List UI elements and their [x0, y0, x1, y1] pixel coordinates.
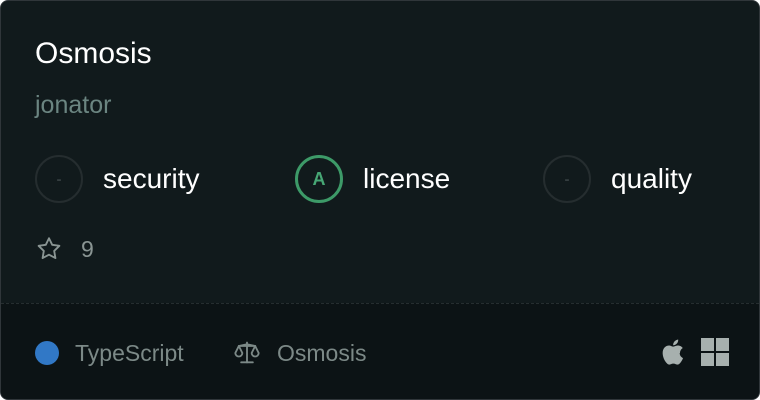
star-count: 9: [35, 233, 94, 265]
score-quality: - quality: [543, 155, 692, 203]
score-security: - security: [35, 155, 199, 203]
license-grade-badge: A: [295, 155, 343, 203]
security-grade-badge: -: [35, 155, 83, 203]
windows-icon: [701, 338, 729, 366]
license-label: license: [363, 163, 451, 194]
language-name: TypeScript: [75, 339, 184, 366]
security-label: security: [103, 163, 200, 194]
license-name: Osmosis: [277, 339, 367, 366]
license-info: Osmosis: [233, 338, 366, 368]
package-owner[interactable]: jonator: [35, 88, 111, 122]
language-info: TypeScript: [35, 338, 184, 368]
quality-grade-badge: -: [543, 155, 591, 203]
language-color-dot: [35, 341, 59, 365]
scale-icon: [233, 339, 261, 367]
quality-label: quality: [611, 163, 692, 194]
stars-count-value: 9: [81, 235, 94, 262]
star-outline-icon: [35, 235, 63, 263]
package-title[interactable]: Osmosis: [35, 35, 152, 73]
platform-icons: [661, 336, 729, 368]
card-footer: TypeScript Osmosis: [1, 303, 759, 399]
package-card[interactable]: Osmosis jonator - security A license - q…: [0, 0, 760, 400]
apple-icon: [661, 337, 687, 367]
score-license: A license: [295, 155, 450, 203]
